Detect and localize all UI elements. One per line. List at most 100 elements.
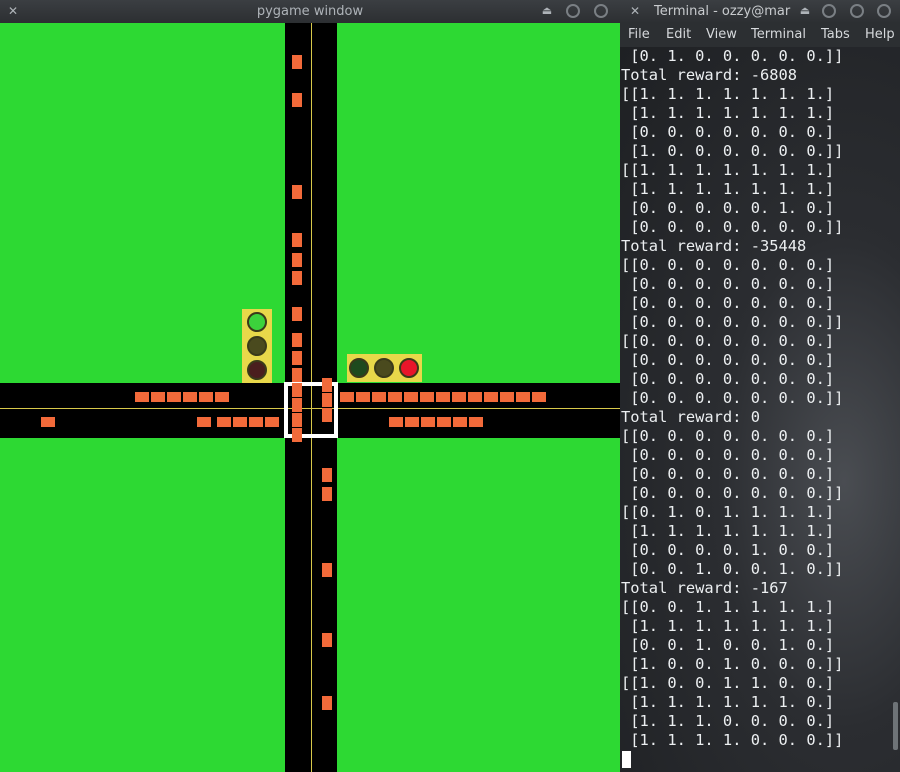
- car: [217, 417, 231, 427]
- car: [292, 271, 302, 285]
- car: [436, 392, 450, 402]
- car: [469, 417, 483, 427]
- car: [404, 392, 418, 402]
- traffic-simulation-canvas: [0, 23, 620, 772]
- green-light-off: [349, 358, 369, 378]
- car: [405, 417, 419, 427]
- terminal-line: [1. 1. 1. 1. 1. 1. 1.]: [630, 180, 835, 198]
- maximize-icon[interactable]: [850, 4, 864, 18]
- terminal-line: [0. 0. 0. 0. 0. 0. 0.]: [630, 351, 835, 369]
- minimize-icon[interactable]: [822, 4, 836, 18]
- car: [322, 393, 332, 407]
- car: [292, 93, 302, 107]
- red-light-on: [399, 358, 419, 378]
- yellow-light-off: [247, 336, 267, 356]
- terminal-line: [0. 0. 0. 0. 0. 0. 0.]]: [630, 484, 844, 502]
- car: [388, 392, 402, 402]
- terminal-line: [[1. 0. 0. 1. 1. 0. 0.]: [621, 674, 835, 692]
- car: [292, 55, 302, 69]
- terminal-line: [0. 0. 0. 0. 0. 1. 0.]: [630, 199, 835, 217]
- terminal-window: ✕ Terminal - ozzy@mar ⏏ File Edit View T…: [620, 0, 900, 772]
- car: [265, 417, 279, 427]
- terminal-cursor: [622, 751, 631, 768]
- maximize-icon[interactable]: [594, 4, 608, 18]
- close-icon[interactable]: ✕: [628, 4, 642, 18]
- terminal-line: [0. 0. 0. 0. 0. 0. 0.]: [630, 123, 835, 141]
- terminal-line: [[1. 1. 1. 1. 1. 1. 1.]: [621, 161, 835, 179]
- terminal-line: [0. 0. 0. 0. 0. 0. 0.]: [630, 446, 835, 464]
- terminal-line: [1. 1. 1. 1. 0. 0. 0.]]: [630, 731, 844, 749]
- car: [500, 392, 514, 402]
- eject-icon[interactable]: ⏏: [798, 4, 812, 18]
- car: [453, 417, 467, 427]
- car: [183, 392, 197, 402]
- car: [292, 351, 302, 365]
- car: [292, 307, 302, 321]
- car: [233, 417, 247, 427]
- terminal-line: [1. 1. 1. 1. 1. 1. 1.]: [630, 104, 835, 122]
- terminal-line: [[0. 0. 0. 0. 0. 0. 0.]: [621, 256, 835, 274]
- car: [322, 487, 332, 501]
- close-circle-icon[interactable]: [877, 4, 891, 18]
- minimize-icon[interactable]: [566, 4, 580, 18]
- scrollbar[interactable]: [892, 47, 898, 772]
- terminal-line: [1. 1. 1. 1. 1. 1. 1.]: [630, 617, 835, 635]
- terminal-line: Total reward: -35448: [621, 237, 807, 255]
- menu-edit[interactable]: Edit: [666, 27, 691, 42]
- pygame-window: ✕ pygame window ⏏: [0, 0, 620, 772]
- terminal-output-area[interactable]: [0. 1. 0. 0. 0. 0. 0.]] Total reward: -6…: [620, 47, 900, 772]
- car: [292, 413, 302, 427]
- car: [197, 417, 211, 427]
- terminal-line: [[0. 0. 0. 0. 0. 0. 0.]: [621, 332, 835, 350]
- car: [421, 417, 435, 427]
- yellow-light-off: [374, 358, 394, 378]
- terminal-line: [1. 0. 0. 0. 0. 0. 0.]]: [630, 142, 844, 160]
- terminal-line: [0. 0. 1. 0. 0. 1. 0.]: [630, 636, 835, 654]
- terminal-line: [0. 0. 0. 0. 1. 0. 0.]: [630, 541, 835, 559]
- north-traffic-light: [242, 309, 272, 383]
- car: [468, 392, 482, 402]
- menu-terminal[interactable]: Terminal: [751, 27, 806, 42]
- car: [292, 333, 302, 347]
- menu-help[interactable]: Help: [865, 27, 895, 42]
- terminal-menubar: File Edit View Terminal Tabs Help: [620, 23, 900, 47]
- car: [249, 417, 263, 427]
- terminal-line: [[1. 1. 1. 1. 1. 1. 1.]: [621, 85, 835, 103]
- terminal-line: Total reward: -6808: [621, 66, 798, 84]
- car: [322, 408, 332, 422]
- east-traffic-light: [347, 354, 422, 382]
- car: [322, 633, 332, 647]
- red-light-off: [247, 360, 267, 380]
- car: [292, 253, 302, 267]
- terminal-titlebar[interactable]: ✕ Terminal - ozzy@mar ⏏: [620, 0, 900, 23]
- car: [292, 428, 302, 442]
- terminal-line: Total reward: -167: [621, 579, 788, 597]
- car: [292, 368, 302, 382]
- pygame-titlebar[interactable]: ✕ pygame window ⏏: [0, 0, 620, 23]
- car: [292, 383, 302, 397]
- terminal-line: [[0. 0. 0. 0. 0. 0. 0.]: [621, 427, 835, 445]
- pygame-window-title: pygame window: [256, 4, 364, 19]
- menu-file[interactable]: File: [628, 27, 650, 42]
- car: [322, 563, 332, 577]
- menu-tabs[interactable]: Tabs: [821, 27, 850, 42]
- eject-icon[interactable]: ⏏: [540, 4, 554, 18]
- scrollbar-thumb[interactable]: [893, 702, 898, 750]
- car: [292, 233, 302, 247]
- car: [322, 696, 332, 710]
- car: [372, 392, 386, 402]
- terminal-line: [[0. 0. 1. 1. 1. 1. 1.]: [621, 598, 835, 616]
- car: [356, 392, 370, 402]
- terminal-line: [0. 0. 0. 0. 0. 0. 0.]]: [630, 389, 844, 407]
- terminal-line: [0. 0. 0. 0. 0. 0. 0.]]: [630, 218, 844, 236]
- terminal-output: [0. 1. 0. 0. 0. 0. 0.]] Total reward: -6…: [621, 47, 843, 750]
- terminal-line: [1. 1. 1. 1. 1. 1. 0.]: [630, 693, 835, 711]
- car: [389, 417, 403, 427]
- car: [292, 185, 302, 199]
- car: [484, 392, 498, 402]
- car: [340, 392, 354, 402]
- terminal-line: [1. 0. 0. 1. 0. 0. 0.]]: [630, 655, 844, 673]
- car: [322, 468, 332, 482]
- terminal-line: Total reward: 0: [621, 408, 760, 426]
- menu-view[interactable]: View: [706, 27, 737, 42]
